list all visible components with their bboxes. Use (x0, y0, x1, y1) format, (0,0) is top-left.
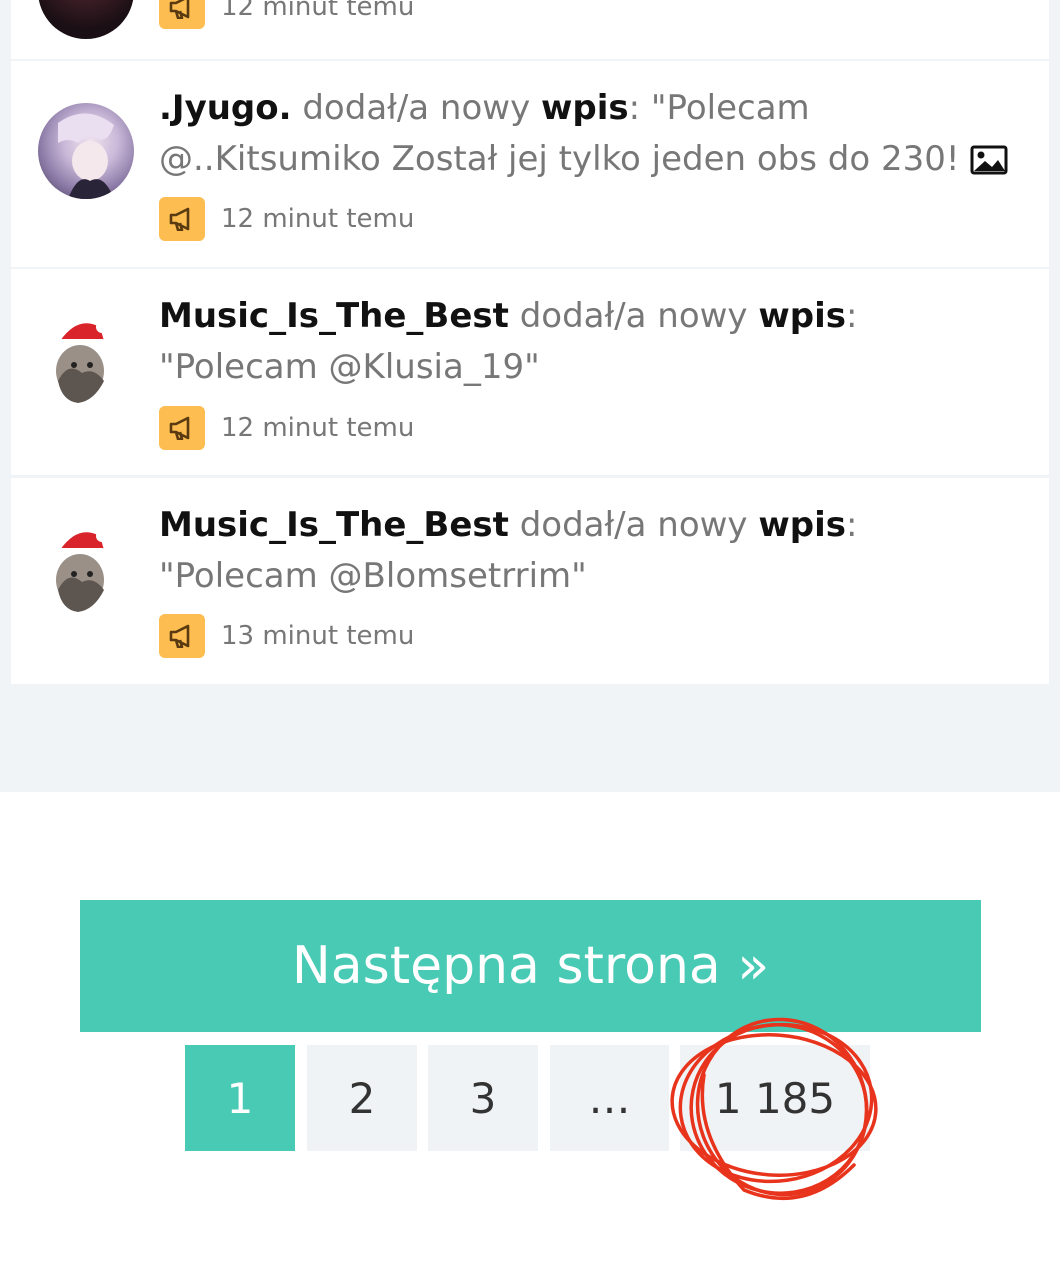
username-link[interactable]: Music_Is_The_Best (159, 296, 509, 336)
entry-type-link[interactable]: wpis (758, 296, 846, 336)
feed-item-text: Music_Is_The_Best dodał/a nowy wpis: "Po… (159, 296, 858, 387)
user-avatar[interactable] (38, 0, 134, 39)
megaphone-icon (159, 406, 205, 450)
timestamp: 12 minut temu (221, 0, 415, 22)
page-button-1[interactable]: 1 (185, 1045, 295, 1151)
page-button-2[interactable]: 2 (307, 1045, 417, 1151)
feed-item[interactable]: Music_Is_The_Best dodał/a nowy wpis: "Po… (11, 478, 1049, 684)
timestamp: 12 minut temu (221, 204, 415, 234)
page-button-3[interactable]: 3 (428, 1045, 538, 1151)
entry-type-link[interactable]: wpis (758, 505, 846, 545)
user-avatar[interactable] (38, 103, 134, 199)
page-button-last[interactable]: 1 185 (680, 1045, 870, 1151)
feed-item-text: Music_Is_The_Best dodał/a nowy wpis: "Po… (159, 505, 858, 596)
timestamp: 12 minut temu (221, 413, 415, 443)
username-link[interactable]: Music_Is_The_Best (159, 505, 509, 545)
feed-item[interactable]: Music_Is_The_Best dodał/a nowy wpis: "Po… (11, 269, 1049, 475)
user-avatar[interactable] (38, 520, 134, 616)
entry-type-link[interactable]: wpis (541, 88, 629, 128)
megaphone-icon (159, 614, 205, 658)
megaphone-icon (159, 0, 205, 29)
megaphone-icon (159, 197, 205, 241)
next-page-button[interactable]: Następna strona » (80, 900, 981, 1032)
feed-item[interactable]: 12 minut temu (11, 0, 1049, 59)
timestamp: 13 minut temu (221, 621, 415, 651)
image-icon (970, 139, 1008, 190)
username-link[interactable]: .Jyugo. (159, 88, 292, 128)
feed-item[interactable]: .Jyugo. dodał/a nowy wpis: "Polecam @..K… (11, 61, 1049, 267)
user-avatar[interactable] (38, 311, 134, 407)
activity-feed: 12 minut temu .Jyugo. dodał/a nowy wpis:… (0, 0, 1060, 792)
page-ellipsis: … (550, 1045, 669, 1151)
